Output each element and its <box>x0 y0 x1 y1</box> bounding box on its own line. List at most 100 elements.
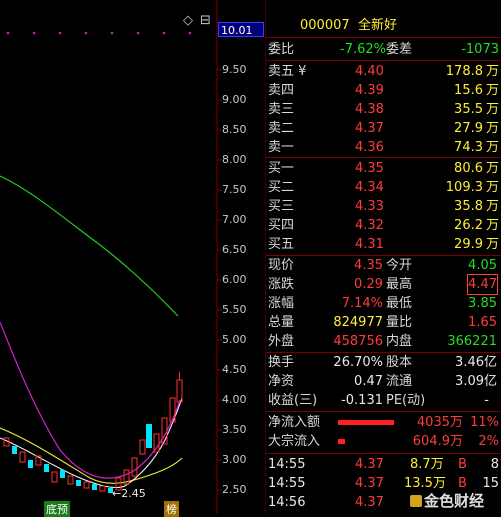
fund-value: 26.70% <box>333 355 383 370</box>
order-price: 4.35 <box>355 161 384 176</box>
quote-value: 4.35 <box>354 258 383 273</box>
order-unit: 万 <box>485 83 499 98</box>
flow-bar <box>338 439 345 444</box>
tick-time: 14:56 <box>268 495 306 510</box>
order-label: 卖四 <box>268 83 295 98</box>
order-volume: 26.2 <box>454 218 483 233</box>
order-unit: 万 <box>485 161 499 176</box>
order-volume: 35.8 <box>454 199 483 214</box>
order-unit: 万 <box>485 140 499 155</box>
order-volume: 15.6 <box>454 83 483 98</box>
order-unit: 万 <box>485 218 499 233</box>
axis-tick: 3.00 <box>222 453 247 466</box>
fundamental-row: 换手 26.70% 股本 3.46亿 <box>268 353 499 372</box>
flow-bar <box>338 420 394 425</box>
stock-header: 000007 全新好 <box>268 16 499 35</box>
order-volume: 29.9 <box>454 237 483 252</box>
logo-icon <box>410 495 422 507</box>
quote-row: 涨幅 7.14% 最低 3.85 <box>268 294 499 313</box>
tick-time: 14:55 <box>268 476 306 491</box>
buy-row[interactable]: 买三 4.33 35.8 万 <box>268 197 499 216</box>
axis-tick: 5.50 <box>222 303 247 316</box>
sell-row[interactable]: 卖二 4.37 27.9 万 <box>268 119 499 138</box>
flow-pct: 2% <box>478 434 499 449</box>
axis-tick: 7.00 <box>222 213 247 226</box>
axis-tick: 4.50 <box>222 363 247 376</box>
order-price: 4.40 <box>355 64 384 79</box>
tick-price: 4.37 <box>355 476 384 491</box>
quote-value: 458756 <box>333 334 383 349</box>
buy-row[interactable]: 买一 4.35 80.6 万 <box>268 159 499 178</box>
diamond-icon[interactable]: ◇ <box>183 13 193 28</box>
axis-tick: 9.00 <box>222 93 247 106</box>
low-price-marker: ←2.45 <box>112 487 146 500</box>
tick-time: 14:55 <box>268 457 306 472</box>
watermark-text: 金色财经 <box>424 492 485 510</box>
quote-value: 7.14% <box>341 296 383 311</box>
quote-label: 今开 <box>386 258 413 273</box>
buy-row[interactable]: 买四 4.32 26.2 万 <box>268 216 499 235</box>
sell-row[interactable]: 卖五 ¥ 4.40 178.8 万 <box>268 62 499 81</box>
order-price: 4.31 <box>355 237 384 252</box>
kline-chart[interactable] <box>0 0 266 514</box>
fundamental-row: 净资 0.47 流通 3.09亿 <box>268 372 499 391</box>
order-unit: 万 <box>485 180 499 195</box>
watermark-logo: 金色财经 <box>410 490 484 511</box>
fund-value: 0.47 <box>354 374 383 389</box>
order-price: 4.37 <box>355 121 384 136</box>
arrow-icon: ← <box>112 487 122 500</box>
stock-name: 全新好 <box>358 18 398 33</box>
flow-amount: 4035万 <box>416 415 463 430</box>
axis-tick: 6.00 <box>222 273 247 286</box>
flow-row: 大宗流入 604.9万 2% <box>268 432 499 451</box>
quote-value: 0.29 <box>354 277 383 292</box>
fund-label: 流通 <box>386 374 413 389</box>
order-price: 4.33 <box>355 199 384 214</box>
flow-pct: 11% <box>470 415 499 430</box>
quote-row: 外盘 458756 内盘 366221 <box>268 332 499 351</box>
order-volume: 27.9 <box>454 121 483 136</box>
quote-row: 现价 4.35 今开 4.05 <box>268 256 499 275</box>
quote-value: 3.85 <box>468 296 497 311</box>
buy-row[interactable]: 买五 4.31 29.9 万 <box>268 235 499 254</box>
badge-ranking[interactable]: 榜 <box>164 501 179 517</box>
axis-tick: 9.50 <box>222 63 247 76</box>
order-label: 卖五 ¥ <box>268 64 307 79</box>
sell-row[interactable]: 卖四 4.39 15.6 万 <box>268 81 499 100</box>
fund-value: - <box>484 393 489 408</box>
order-unit: 万 <box>485 199 499 214</box>
fund-label: 收益(三) <box>268 393 318 408</box>
ma-green-line <box>0 175 179 317</box>
axis-tick: 7.50 <box>222 183 247 196</box>
order-price: 4.36 <box>355 140 384 155</box>
tick-side: B <box>458 457 467 472</box>
quote-label: 内盘 <box>386 334 413 349</box>
order-label: 买一 <box>268 161 295 176</box>
stock-code: 000007 <box>300 18 350 33</box>
axis-tick: 8.50 <box>222 123 247 136</box>
fund-value: -0.131 <box>341 393 383 408</box>
order-unit: 万 <box>485 121 499 136</box>
fund-value: 3.46亿 <box>455 355 497 370</box>
badge-bottom-forecast[interactable]: 底预 <box>44 501 70 517</box>
collapse-icon[interactable]: ⊟ <box>200 13 211 28</box>
order-unit: 万 <box>485 102 499 117</box>
quote-row: 总量 824977 量比 1.65 <box>268 313 499 332</box>
axis-tick: 4.00 <box>222 393 247 406</box>
fund-label: 换手 <box>268 355 295 370</box>
sell-row[interactable]: 卖三 4.38 35.5 万 <box>268 100 499 119</box>
fund-label: 股本 <box>386 355 413 370</box>
sell-row[interactable]: 卖一 4.36 74.3 万 <box>268 138 499 157</box>
order-label: 买二 <box>268 180 295 195</box>
order-price: 4.38 <box>355 102 384 117</box>
order-unit: 万 <box>485 237 499 252</box>
order-price: 4.32 <box>355 218 384 233</box>
ma-magenta-line <box>0 321 181 479</box>
diff-value: -1073 <box>461 42 499 57</box>
buy-row[interactable]: 买二 4.34 109.3 万 <box>268 178 499 197</box>
tick-count: 15 <box>482 476 499 491</box>
top-markers <box>6 31 192 35</box>
order-price: 4.34 <box>355 180 384 195</box>
axis-tick: 3.50 <box>222 423 247 436</box>
flow-label: 大宗流入 <box>268 434 321 449</box>
